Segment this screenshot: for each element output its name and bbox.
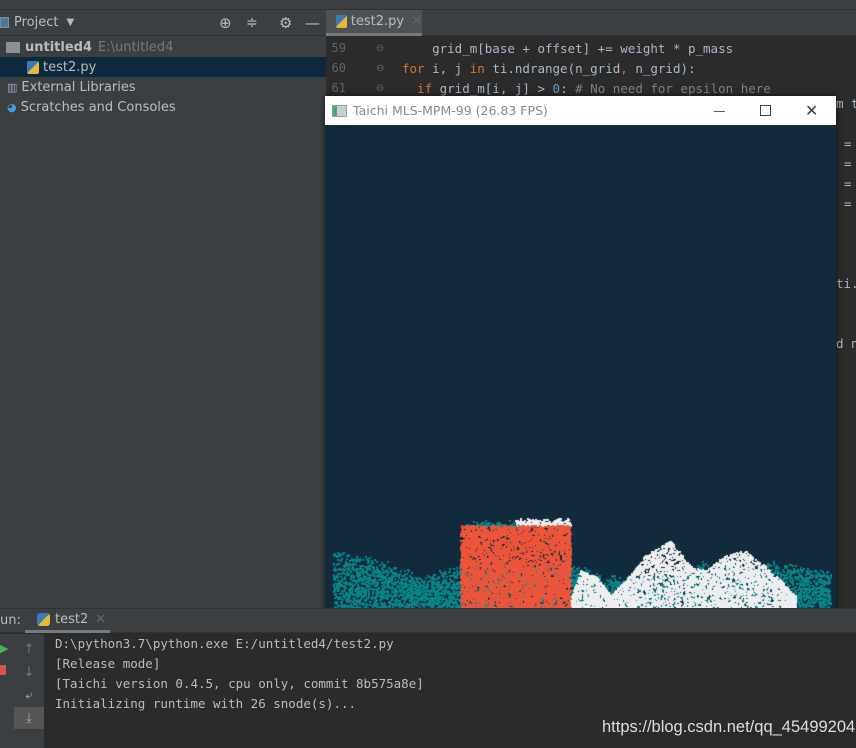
console-output: D:\python3.7\python.exe E:/untitled4/tes…: [55, 636, 424, 716]
python-file-icon: [336, 15, 347, 28]
project-panel-header: Project ▼ ⊕ ≑ ⚙ —: [0, 10, 326, 36]
line-number: 61: [331, 81, 346, 95]
scroll-to-end-icon[interactable]: ⤓: [14, 707, 44, 729]
root-name: untitled4: [25, 39, 93, 55]
code-fragment: =: [844, 136, 852, 151]
app-icon: [332, 104, 347, 117]
code-token: if: [402, 80, 433, 96]
code-token: grid_m[i, j] >: [432, 80, 553, 96]
line-number: 59: [331, 41, 346, 55]
code-fragment: d n: [836, 336, 856, 351]
folder-icon: [6, 41, 20, 53]
simulation-canvas: [325, 125, 836, 630]
code-token: :: [560, 80, 576, 96]
watermark: https://blog.csdn.net/qq_45499204: [602, 718, 856, 736]
editor-tab-bar: test2.py ✕: [326, 10, 856, 36]
tree-item-test2[interactable]: test2.py: [0, 57, 326, 77]
close-button[interactable]: ✕: [805, 101, 818, 120]
console-line: Initializing runtime with 26 snode(s)...: [55, 696, 357, 711]
line-number: 60: [331, 61, 346, 75]
tree-item-root[interactable]: untitled4 E:\untitled4: [0, 37, 326, 57]
console-line: [Taichi version 0.4.5, cpu only, commit …: [55, 676, 424, 691]
code-fragment: =: [844, 196, 852, 211]
run-label: un:: [0, 613, 21, 628]
run-left-toolbar: ▶: [0, 634, 14, 748]
tree-item-scratches[interactable]: ◕ Scratches and Consoles: [0, 97, 326, 117]
tree-item-external-libraries[interactable]: ▥ External Libraries: [0, 77, 326, 97]
code-fragment: =: [844, 176, 852, 191]
up-arrow-icon[interactable]: ↑: [14, 638, 44, 660]
code-line[interactable]: 59 ⊖ grid_m[base + offset] += weight * p_…: [326, 38, 856, 58]
run-tab-label: test2: [55, 612, 89, 627]
fold-icon[interactable]: ⊖: [376, 43, 402, 54]
root-path: E:\untitled4: [98, 39, 174, 55]
file-name: test2.py: [43, 59, 97, 75]
code-token: 0: [552, 80, 561, 96]
project-view-dropdown[interactable]: Project: [14, 15, 58, 30]
soft-wrap-icon[interactable]: ⤶: [14, 684, 44, 706]
taichi-window-titlebar[interactable]: Taichi MLS-MPM-99 (26.83 FPS) — ✕: [325, 96, 836, 125]
python-icon: [37, 613, 50, 626]
gear-icon[interactable]: ⚙: [279, 14, 292, 32]
taichi-window: Taichi MLS-MPM-99 (26.83 FPS) — ✕: [325, 96, 836, 630]
project-icon: [0, 17, 9, 28]
maximize-button[interactable]: [760, 105, 771, 116]
chevron-down-icon[interactable]: ▼: [66, 17, 74, 28]
run-tab-test2[interactable]: test2 ✕: [25, 609, 110, 633]
top-strip: [0, 0, 856, 10]
console-line: [Release mode]: [55, 656, 161, 671]
code-token: ,: [620, 60, 628, 76]
code-fragment: ti.: [836, 276, 856, 291]
close-tab-icon[interactable]: ✕: [411, 14, 422, 29]
minimize-button[interactable]: —: [713, 103, 726, 118]
code-token: ti.ndrange(n_grid: [484, 60, 621, 76]
code-token: n_grid):: [627, 60, 696, 76]
code-token: # No need for epsilon here: [575, 80, 771, 96]
run-panel-header: un: test2 ✕: [0, 608, 856, 633]
project-panel: Project ▼ ⊕ ≑ ⚙ — untitled4 E:\untitled4…: [0, 10, 326, 608]
tab-test2[interactable]: test2.py ✕: [326, 10, 422, 36]
python-file-icon: [27, 60, 39, 74]
external-label: External Libraries: [21, 79, 136, 95]
code-token: for: [402, 60, 425, 76]
scratches-label: Scratches and Consoles: [20, 99, 176, 115]
run-panel: un: test2 ✕ ▶ ↑ ↓ ⤶ ⤓ D:\python3.7\pytho…: [0, 608, 856, 748]
console-toolbar: ↑ ↓ ⤶ ⤓: [14, 634, 44, 748]
code-line[interactable]: 61 ⊖ if grid_m[i, j] > 0: # No need for e…: [326, 78, 856, 98]
stop-icon[interactable]: [0, 665, 6, 675]
library-icon: ▥: [7, 80, 18, 94]
code-fragment: =: [844, 156, 852, 171]
rerun-icon[interactable]: ▶: [0, 642, 14, 655]
code-token: in: [469, 60, 485, 76]
code-token: grid_m[base + offset] += weight * p_mass: [402, 40, 734, 56]
close-tab-icon[interactable]: ✕: [95, 612, 106, 627]
fold-icon[interactable]: ⊖: [376, 63, 402, 74]
console-line: D:\python3.7\python.exe E:/untitled4/tes…: [55, 636, 394, 651]
window-title: Taichi MLS-MPM-99 (26.83 FPS): [353, 103, 548, 118]
tab-label: test2.py: [350, 14, 405, 29]
locate-icon[interactable]: ⊕: [219, 14, 232, 32]
code-fragment: m t: [836, 96, 856, 111]
down-arrow-icon[interactable]: ↓: [14, 661, 44, 683]
hide-icon[interactable]: —: [305, 14, 320, 32]
collapse-icon[interactable]: ≑: [246, 15, 258, 31]
code-token: i, j: [424, 60, 470, 76]
scratches-icon: ◕: [7, 100, 17, 114]
fold-icon[interactable]: ⊖: [376, 83, 402, 94]
code-line[interactable]: 60 ⊖ for i, j in ti.ndrange(n_grid, n_grid…: [326, 58, 856, 78]
